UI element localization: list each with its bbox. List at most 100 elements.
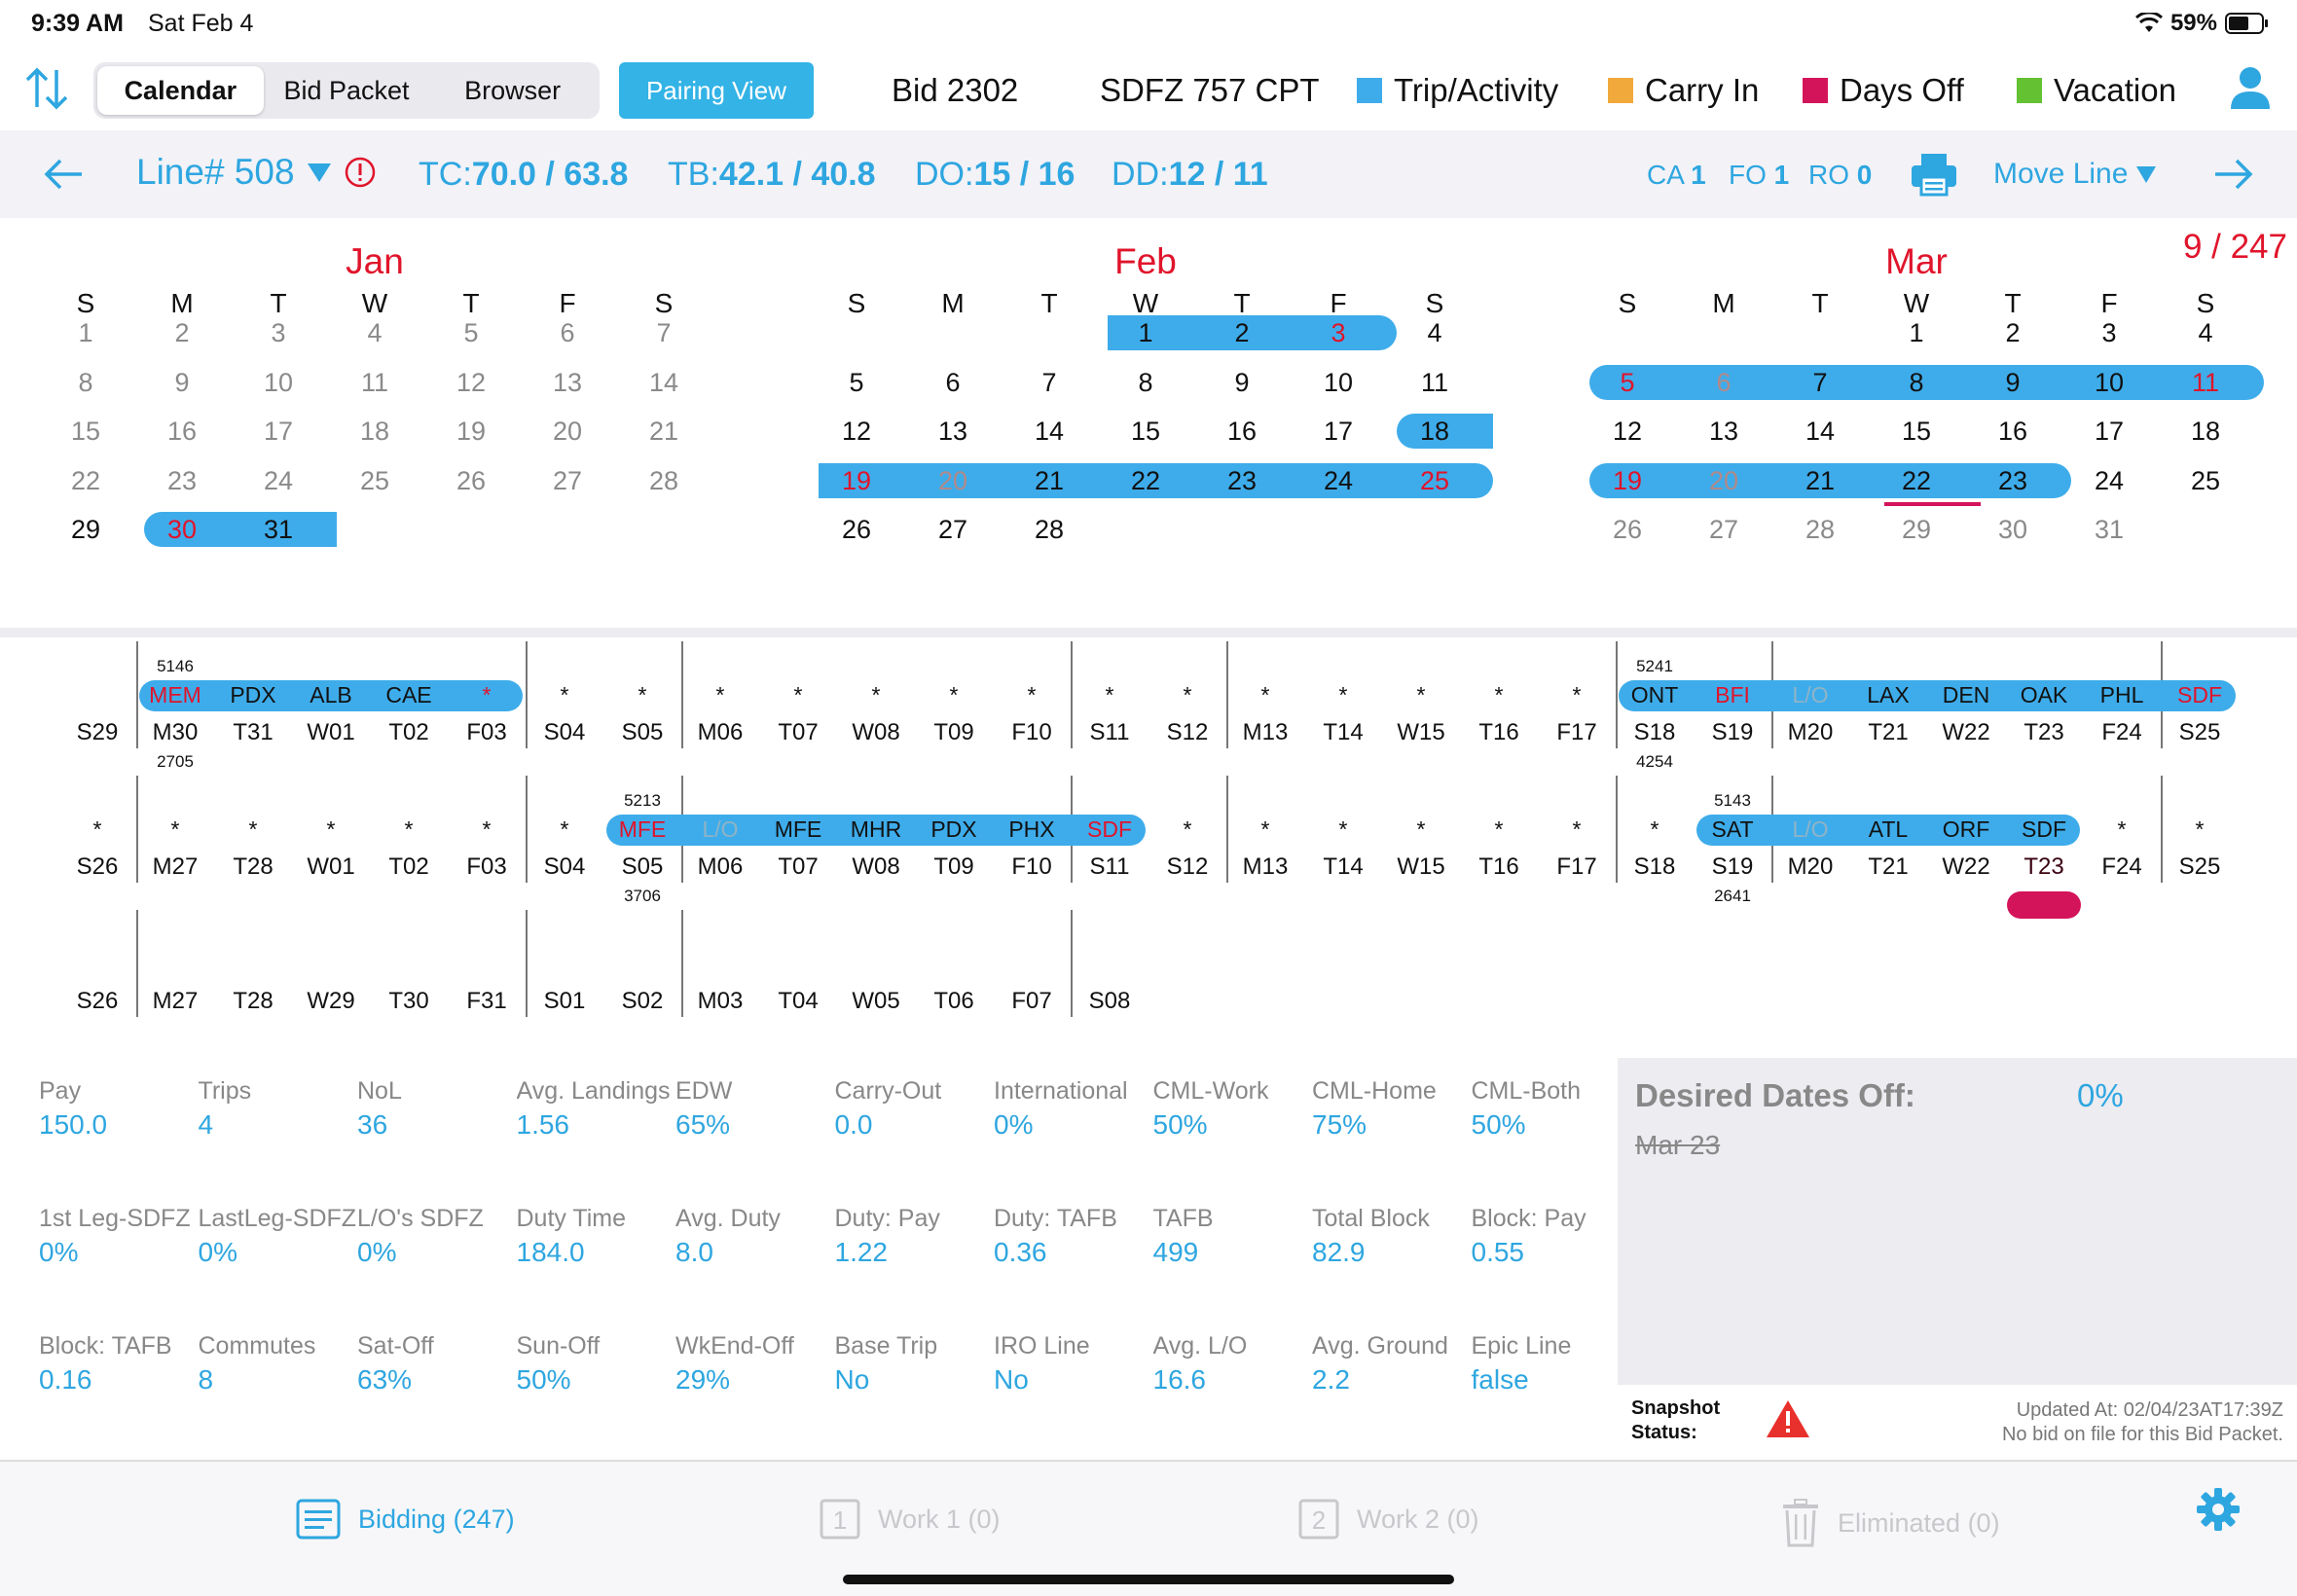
calendar-day[interactable]: 24 <box>1309 463 1367 498</box>
airport-code[interactable]: BFI <box>1694 680 1771 709</box>
calendar-day[interactable]: 27 <box>1695 512 1753 547</box>
airport-code[interactable]: SDF <box>2161 680 2239 709</box>
warning-triangle-icon[interactable] <box>1766 1398 1810 1439</box>
airport-code[interactable]: * <box>1538 680 1616 709</box>
calendar-day[interactable]: 4 <box>2176 315 2235 350</box>
calendar-day[interactable]: 11 <box>346 365 404 400</box>
calendar-day[interactable]: 14 <box>1791 414 1849 449</box>
airport-code[interactable]: MEM <box>136 680 214 709</box>
calendar-day[interactable]: 21 <box>1791 463 1849 498</box>
calendar-day[interactable]: 23 <box>1984 463 2042 498</box>
calendar-day[interactable]: 28 <box>635 463 693 498</box>
airport-code[interactable]: * <box>603 680 681 709</box>
calendar-day[interactable]: 26 <box>1598 512 1657 547</box>
calendar-day[interactable]: 18 <box>1405 414 1464 449</box>
calendar-day[interactable]: 24 <box>2080 463 2138 498</box>
calendar-day[interactable]: 17 <box>249 414 308 449</box>
calendar-day[interactable]: 20 <box>924 463 982 498</box>
calendar-day[interactable]: 14 <box>635 365 693 400</box>
airport-code[interactable]: ORF <box>1927 815 2005 844</box>
calendar-day[interactable]: 2 <box>153 315 211 350</box>
airport-code[interactable]: MFE <box>603 815 681 844</box>
previous-line-arrow-icon[interactable] <box>43 158 84 191</box>
airport-code[interactable]: * <box>1616 815 1694 844</box>
calendar-day[interactable]: 10 <box>1309 365 1367 400</box>
calendar-day[interactable]: 6 <box>924 365 982 400</box>
days-off-pill[interactable] <box>2007 891 2081 919</box>
calendar-day[interactable]: 9 <box>1213 365 1271 400</box>
tab-work-1[interactable]: 1 Work 1 (0) <box>820 1499 1001 1540</box>
calendar-day[interactable]: 23 <box>153 463 211 498</box>
calendar-day[interactable]: 7 <box>635 315 693 350</box>
calendar-day[interactable]: 28 <box>1020 512 1078 547</box>
calendar-day[interactable]: 2 <box>1213 315 1271 350</box>
calendar-day[interactable]: 2 <box>1984 315 2042 350</box>
next-line-arrow-icon[interactable] <box>2213 158 2254 191</box>
airport-code[interactable]: * <box>2083 815 2161 844</box>
calendar-day[interactable]: 30 <box>153 512 211 547</box>
airport-code[interactable]: OAK <box>2005 680 2083 709</box>
calendar-day[interactable]: 11 <box>1405 365 1464 400</box>
tab-eliminated[interactable]: Eliminated (0) <box>1781 1499 2000 1547</box>
airport-code[interactable]: SAT <box>1694 815 1771 844</box>
airport-code[interactable]: * <box>1071 680 1148 709</box>
move-line-dropdown[interactable]: Move Line <box>1993 158 2157 191</box>
calendar-day[interactable]: 20 <box>1695 463 1753 498</box>
calendar-day[interactable]: 5 <box>827 365 886 400</box>
calendar-day[interactable]: 29 <box>1887 512 1946 547</box>
airport-code[interactable]: * <box>759 680 837 709</box>
calendar-day[interactable]: 6 <box>538 315 597 350</box>
calendar-day[interactable]: 15 <box>56 414 115 449</box>
segment-bid-packet[interactable]: Bid Packet <box>264 66 430 115</box>
airport-code[interactable]: * <box>526 815 603 844</box>
calendar-day[interactable]: 10 <box>249 365 308 400</box>
airport-code[interactable]: * <box>681 680 759 709</box>
calendar-day[interactable]: 16 <box>1213 414 1271 449</box>
calendar-day[interactable]: 5 <box>1598 365 1657 400</box>
calendar-day[interactable]: 8 <box>1887 365 1946 400</box>
calendar-day[interactable]: 4 <box>1405 315 1464 350</box>
calendar-day[interactable]: 5 <box>442 315 500 350</box>
airport-code[interactable]: ATL <box>1849 815 1927 844</box>
calendar-day[interactable]: 20 <box>538 414 597 449</box>
calendar-day[interactable]: 9 <box>153 365 211 400</box>
airport-code[interactable]: * <box>370 815 448 844</box>
calendar-day[interactable]: 3 <box>1309 315 1367 350</box>
calendar-day[interactable]: 1 <box>56 315 115 350</box>
calendar-day[interactable]: 17 <box>1309 414 1367 449</box>
airport-code[interactable]: SDF <box>1071 815 1148 844</box>
airport-code[interactable]: PHX <box>993 815 1071 844</box>
print-icon[interactable] <box>1910 152 1958 197</box>
airport-code[interactable]: * <box>1304 680 1382 709</box>
calendar-day[interactable]: 8 <box>1116 365 1175 400</box>
airport-code[interactable]: * <box>526 680 603 709</box>
airport-code[interactable]: PDX <box>915 815 993 844</box>
segment-calendar[interactable]: Calendar <box>97 66 264 115</box>
airport-code[interactable]: * <box>1538 815 1616 844</box>
calendar-day[interactable]: 15 <box>1116 414 1175 449</box>
alert-circle-icon[interactable] <box>344 156 377 189</box>
calendar-day[interactable]: 31 <box>249 512 308 547</box>
airport-code[interactable]: * <box>1226 680 1304 709</box>
calendar-day[interactable]: 14 <box>1020 414 1078 449</box>
calendar-day[interactable]: 12 <box>442 365 500 400</box>
calendar-day[interactable]: 17 <box>2080 414 2138 449</box>
airport-code[interactable]: * <box>837 680 915 709</box>
airport-code[interactable]: L/O <box>1771 815 1849 844</box>
calendar-day[interactable]: 24 <box>249 463 308 498</box>
calendar-day[interactable]: 9 <box>1984 365 2042 400</box>
calendar-day[interactable]: 12 <box>1598 414 1657 449</box>
sort-arrows-icon[interactable] <box>21 64 72 113</box>
calendar-day[interactable]: 21 <box>635 414 693 449</box>
airport-code[interactable]: PHL <box>2083 680 2161 709</box>
calendar-day[interactable]: 16 <box>1984 414 2042 449</box>
calendar-day[interactable]: 13 <box>1695 414 1753 449</box>
calendar-day[interactable]: 25 <box>346 463 404 498</box>
calendar-day[interactable]: 3 <box>249 315 308 350</box>
calendar-day[interactable]: 26 <box>827 512 886 547</box>
airport-code[interactable]: * <box>1148 680 1226 709</box>
calendar-day[interactable]: 22 <box>1887 463 1946 498</box>
airport-code[interactable]: ONT <box>1616 680 1694 709</box>
calendar-day[interactable]: 13 <box>924 414 982 449</box>
calendar-day[interactable]: 1 <box>1887 315 1946 350</box>
